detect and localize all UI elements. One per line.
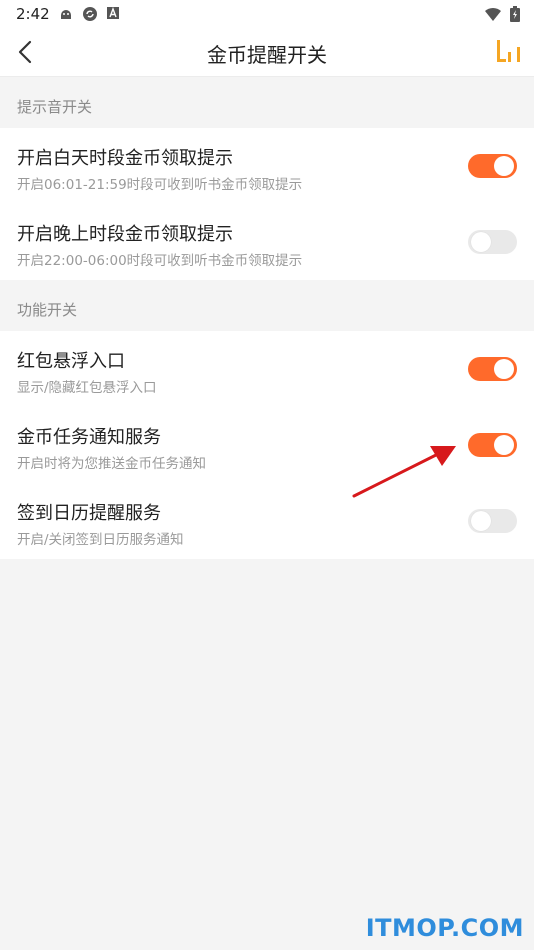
setting-title: 开启晚上时段金币领取提示 <box>17 224 233 245</box>
toggle-knob <box>471 232 491 252</box>
setting-row-red-packet[interactable]: 红包悬浮入口 显示/隐藏红包悬浮入口 <box>0 331 534 407</box>
setting-subtitle: 开启/关闭签到日历服务通知 <box>17 532 184 548</box>
android-icon <box>61 10 71 19</box>
page-title: 金币提醒开关 <box>207 43 327 67</box>
sync-icon <box>83 7 97 21</box>
day-reminder-toggle[interactable] <box>468 154 517 178</box>
setting-title: 红包悬浮入口 <box>17 351 125 372</box>
stats-button[interactable] <box>494 38 524 66</box>
setting-subtitle: 开启06:01-21:59时段可收到听书金币领取提示 <box>17 177 303 193</box>
checkin-calendar-toggle[interactable] <box>468 509 517 533</box>
setting-subtitle: 开启22:00-06:00时段可收到听书金币领取提示 <box>17 253 303 269</box>
wifi-icon <box>485 7 501 21</box>
watermark: ITMOP.COM <box>365 914 524 942</box>
notification-a-icon <box>107 7 119 19</box>
setting-subtitle: 显示/隐藏红包悬浮入口 <box>17 380 157 396</box>
setting-title: 签到日历提醒服务 <box>17 503 161 524</box>
setting-row-night-reminder[interactable]: 开启晚上时段金币领取提示 开启22:00-06:00时段可收到听书金币领取提示 <box>0 204 534 280</box>
setting-row-day-reminder[interactable]: 开启白天时段金币领取提示 开启06:01-21:59时段可收到听书金币领取提示 <box>0 128 534 204</box>
battery-icon <box>510 6 520 22</box>
header-bar: 金币提醒开关 <box>0 28 534 77</box>
red-packet-toggle[interactable] <box>468 357 517 381</box>
status-time: 2:42 <box>16 5 50 23</box>
toggle-knob <box>494 359 514 379</box>
toggle-knob <box>494 156 514 176</box>
night-reminder-toggle[interactable] <box>468 230 517 254</box>
toggle-knob <box>494 435 514 455</box>
coin-task-notify-toggle[interactable] <box>468 433 517 457</box>
settings-group-sound: 开启白天时段金币领取提示 开启06:01-21:59时段可收到听书金币领取提示 … <box>0 128 534 280</box>
status-bar: 2:42 <box>0 0 534 28</box>
bar-chart-icon <box>497 40 520 62</box>
setting-title: 金币任务通知服务 <box>17 427 161 448</box>
setting-subtitle: 开启时将为您推送金币任务通知 <box>17 456 206 472</box>
setting-title: 开启白天时段金币领取提示 <box>17 148 233 169</box>
annotation-arrow-icon <box>352 446 456 498</box>
toggle-knob <box>471 511 491 531</box>
